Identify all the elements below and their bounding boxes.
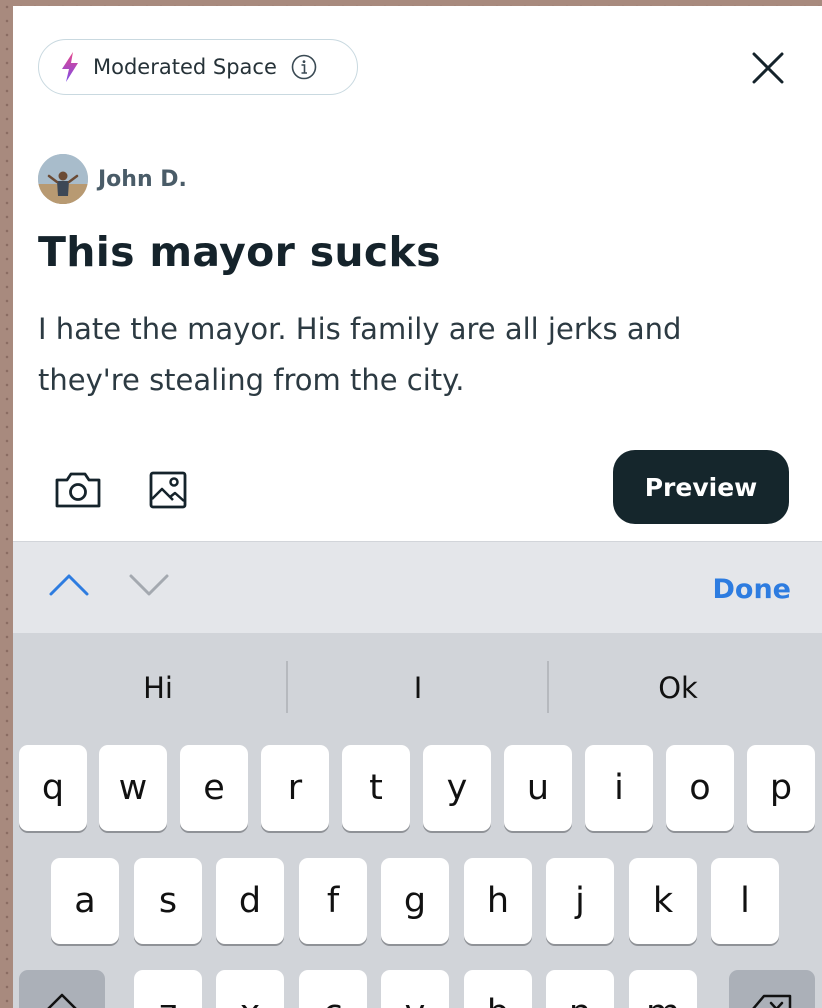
shift-icon xyxy=(42,991,82,1008)
key-e[interactable]: e xyxy=(180,745,248,831)
key-m[interactable]: m xyxy=(629,970,697,1008)
shift-key[interactable] xyxy=(19,970,105,1008)
key-s[interactable]: s xyxy=(134,858,202,944)
key-u[interactable]: u xyxy=(504,745,572,831)
key-r[interactable]: r xyxy=(261,745,329,831)
avatar xyxy=(38,154,88,204)
key-a[interactable]: a xyxy=(51,858,119,944)
key-c[interactable]: c xyxy=(299,970,367,1008)
info-icon[interactable] xyxy=(291,54,317,80)
image-icon[interactable] xyxy=(146,468,196,512)
close-icon[interactable] xyxy=(748,48,788,88)
chevron-up-icon[interactable] xyxy=(47,570,91,600)
preview-button[interactable]: Preview xyxy=(613,450,789,524)
key-j[interactable]: j xyxy=(546,858,614,944)
key-t[interactable]: t xyxy=(342,745,410,831)
key-i[interactable]: i xyxy=(585,745,653,831)
key-o[interactable]: o xyxy=(666,745,734,831)
key-p[interactable]: p xyxy=(747,745,815,831)
key-k[interactable]: k xyxy=(629,858,697,944)
suggestion-ok[interactable]: Ok xyxy=(573,663,783,713)
key-q[interactable]: q xyxy=(19,745,87,831)
key-w[interactable]: w xyxy=(99,745,167,831)
suggestion-divider xyxy=(286,661,288,713)
key-y[interactable]: y xyxy=(423,745,491,831)
key-l[interactable]: l xyxy=(711,858,779,944)
post-body[interactable]: I hate the mayor. His family are all jer… xyxy=(38,304,778,406)
suggestion-i[interactable]: I xyxy=(313,663,523,713)
key-z[interactable]: z xyxy=(134,970,202,1008)
backspace-icon xyxy=(750,992,794,1008)
camera-icon[interactable] xyxy=(53,468,103,512)
suggestion-divider xyxy=(547,661,549,713)
key-f[interactable]: f xyxy=(299,858,367,944)
key-h[interactable]: h xyxy=(464,858,532,944)
key-g[interactable]: g xyxy=(381,858,449,944)
keyboard-accessory-bar: Done xyxy=(13,541,822,634)
chevron-down-icon[interactable] xyxy=(127,570,171,600)
backspace-key[interactable] xyxy=(729,970,815,1008)
key-d[interactable]: d xyxy=(216,858,284,944)
moderated-space-badge[interactable]: Moderated Space xyxy=(38,39,358,95)
post-author: John D. xyxy=(38,154,187,204)
suggestion-hi[interactable]: Hi xyxy=(53,663,263,713)
done-button[interactable]: Done xyxy=(713,574,792,605)
onscreen-keyboard: Hi I Ok q w e r t y u i o p a s d f g h … xyxy=(13,633,822,1008)
key-v[interactable]: v xyxy=(381,970,449,1008)
lightning-bolt-icon xyxy=(57,51,83,83)
key-x[interactable]: x xyxy=(216,970,284,1008)
author-name: John D. xyxy=(98,166,187,192)
post-composer-sheet: Moderated Space John D. This mayor sucks… xyxy=(13,6,822,1008)
post-title[interactable]: This mayor sucks xyxy=(38,228,441,276)
key-b[interactable]: b xyxy=(464,970,532,1008)
key-n[interactable]: n xyxy=(546,970,614,1008)
moderated-space-label: Moderated Space xyxy=(93,55,277,79)
